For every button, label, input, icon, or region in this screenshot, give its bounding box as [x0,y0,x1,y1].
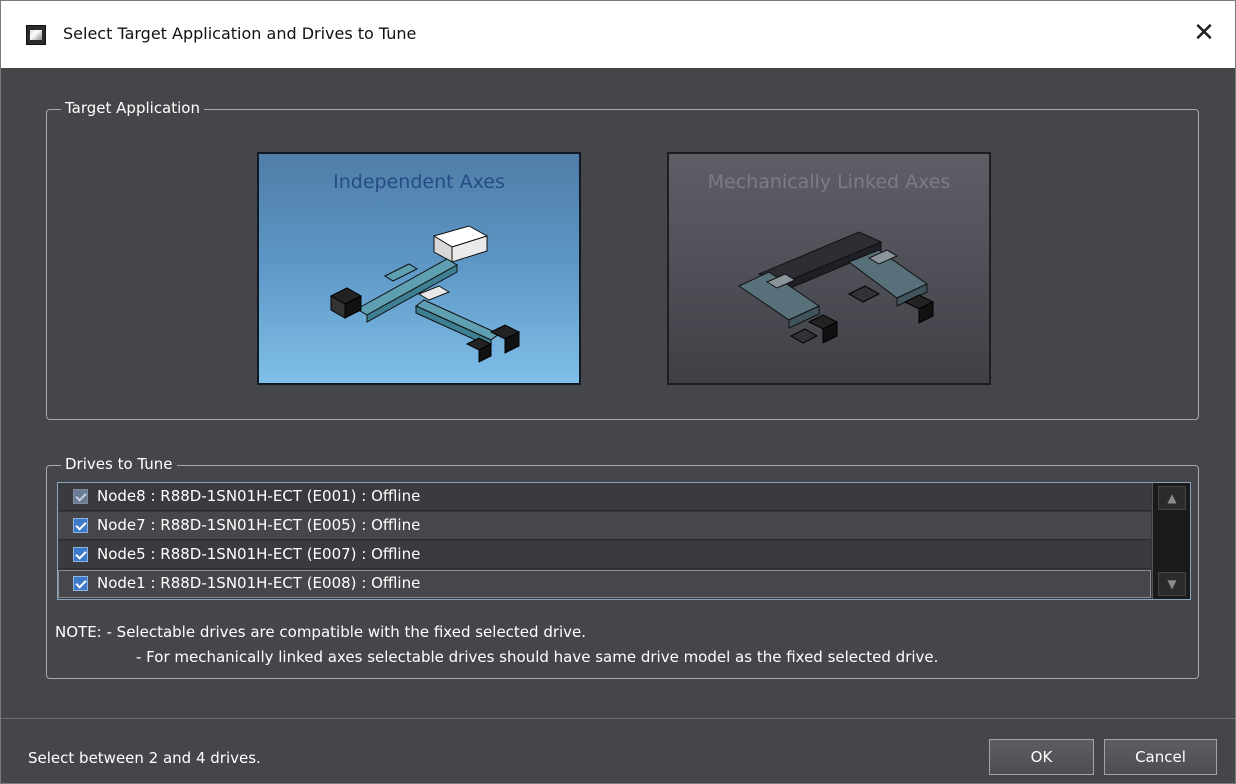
cancel-button[interactable]: Cancel [1104,739,1217,775]
mechanically-linked-axes-image [737,231,935,344]
independent-axes-label: Independent Axes [333,171,505,193]
independent-axes-tile[interactable]: Independent Axes [257,152,581,385]
note-line-2: - For mechanically linked axes selectabl… [136,648,939,666]
target-application-group: Target Application Independent Axes Mech… [46,99,1199,420]
title-bar: Select Target Application and Drives to … [1,1,1235,68]
window-title: Select Target Application and Drives to … [63,24,417,43]
mechanically-linked-axes-tile[interactable]: Mechanically Linked Axes [667,152,991,385]
drive-row-node1[interactable]: Node1 : R88D-1SN01H-ECT (E008) : Offline [58,570,1151,598]
drive-checkbox-node8 [73,489,88,504]
scroll-up-button[interactable]: ▲ [1158,486,1186,510]
scroll-down-button[interactable]: ▼ [1158,572,1186,596]
target-application-legend: Target Application [61,99,204,117]
drive-row-node7[interactable]: Node7 : R88D-1SN01H-ECT (E005) : Offline [58,512,1151,540]
drives-to-tune-group: Drives to Tune Node8 : R88D-1SN01H-ECT (… [46,455,1199,679]
drives-to-tune-legend: Drives to Tune [61,455,177,473]
drive-row-node8[interactable]: Node8 : R88D-1SN01H-ECT (E001) : Offline [58,483,1151,511]
footer-divider [1,718,1235,719]
drive-label-node5: Node5 : R88D-1SN01H-ECT (E007) : Offline [97,545,421,563]
ok-button[interactable]: OK [989,739,1094,775]
drive-list-scrollbar[interactable]: ▲ ▼ [1152,483,1190,599]
close-button[interactable]: ✕ [1189,18,1219,48]
drive-label-node8: Node8 : R88D-1SN01H-ECT (E001) : Offline [97,487,421,505]
drive-checkbox-node7[interactable] [73,518,88,533]
note-line-1: NOTE: - Selectable drives are compatible… [55,623,587,641]
drive-checkbox-node1[interactable] [73,576,88,591]
status-text: Select between 2 and 4 drives. [28,749,261,767]
independent-axes-image [329,225,521,363]
dialog-window: Select Target Application and Drives to … [0,0,1236,784]
app-icon [26,25,46,45]
drive-checkbox-node5[interactable] [73,547,88,562]
mechanically-linked-axes-label: Mechanically Linked Axes [707,171,951,193]
drive-list: Node8 : R88D-1SN01H-ECT (E001) : Offline… [57,482,1191,600]
drive-label-node1: Node1 : R88D-1SN01H-ECT (E008) : Offline [97,574,421,592]
drive-label-node7: Node7 : R88D-1SN01H-ECT (E005) : Offline [97,516,421,534]
drive-row-node5[interactable]: Node5 : R88D-1SN01H-ECT (E007) : Offline [58,541,1151,569]
